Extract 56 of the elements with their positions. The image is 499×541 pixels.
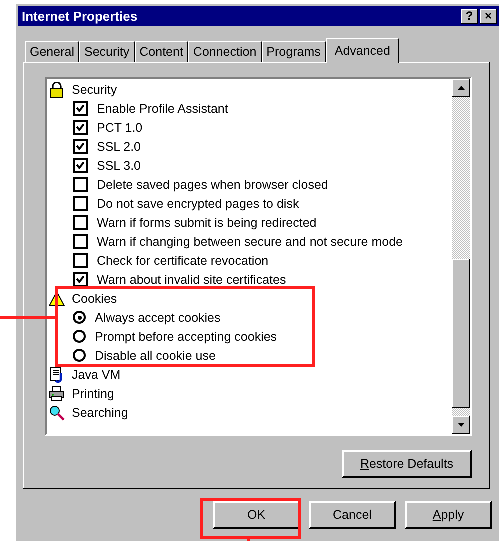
dialog-button[interactable]: Cancel — [309, 501, 396, 529]
checkbox[interactable] — [73, 139, 88, 154]
option-label: Disable all cookie use — [95, 348, 216, 362]
option-label: PCT 1.0 — [97, 120, 143, 134]
category-label: Security — [72, 82, 118, 96]
window-title: Internet Properties — [22, 8, 138, 24]
help-button[interactable]: ? — [461, 8, 478, 24]
dialog-button[interactable]: Apply — [405, 501, 492, 529]
option-label: Check for certificate revocation — [97, 254, 269, 268]
warning-icon — [49, 290, 65, 306]
option-label: Enable Profile Assistant — [97, 102, 228, 116]
lock-icon — [49, 82, 65, 98]
tab[interactable]: Connection — [188, 41, 262, 62]
checkbox[interactable] — [73, 215, 88, 230]
checkbox[interactable] — [73, 120, 88, 135]
option-label: SSL 2.0 — [97, 140, 142, 154]
tab[interactable]: Advanced — [326, 38, 400, 63]
option-label: Do not save encrypted pages to disk — [97, 196, 300, 210]
checkbox[interactable] — [73, 234, 88, 249]
radio-button[interactable] — [73, 330, 86, 343]
category-label: Java VM — [72, 368, 121, 382]
checkbox[interactable] — [73, 101, 88, 116]
scroll-up-button[interactable] — [452, 79, 470, 97]
category-label: Searching — [72, 406, 128, 420]
scroll-thumb[interactable] — [452, 259, 470, 408]
checkbox[interactable] — [73, 177, 88, 192]
option-label: Always accept cookies — [95, 310, 221, 324]
checkbox[interactable] — [73, 272, 88, 287]
triangle-up-icon — [458, 86, 464, 90]
option-label: Warn if forms submit is being redirected — [97, 216, 317, 230]
tab[interactable]: Content — [134, 41, 188, 62]
checkbox[interactable] — [73, 196, 88, 211]
checkbox[interactable] — [73, 158, 88, 173]
dialog-button[interactable]: OK — [213, 501, 300, 529]
leader-line — [0, 316, 55, 319]
restore-defaults-button[interactable]: Restore Defaults — [342, 450, 472, 478]
radio-button[interactable] — [73, 311, 86, 324]
magnifier-icon — [49, 404, 65, 420]
close-button[interactable]: × — [480, 8, 497, 24]
scrollbar[interactable] — [452, 79, 470, 434]
triangle-down-icon — [458, 423, 464, 427]
scroll-down-button[interactable] — [452, 416, 470, 434]
option-label: Warn if changing between secure and not secure mode — [97, 234, 403, 248]
printer-icon — [49, 386, 65, 402]
option-label: Delete saved pages when browser closed — [97, 178, 328, 192]
document-icon — [49, 366, 65, 382]
tab[interactable]: General — [25, 41, 80, 62]
radio-button[interactable] — [73, 349, 86, 362]
checkbox[interactable] — [73, 253, 88, 268]
tab[interactable]: Programs — [262, 41, 326, 62]
option-label: Prompt before accepting cookies — [95, 330, 278, 344]
category-label: Printing — [72, 386, 114, 400]
option-label: Warn about invalid site certificates — [97, 272, 286, 286]
category-label: Cookies — [72, 292, 118, 306]
option-label: SSL 3.0 — [97, 158, 142, 172]
tab[interactable]: Security — [79, 41, 135, 62]
